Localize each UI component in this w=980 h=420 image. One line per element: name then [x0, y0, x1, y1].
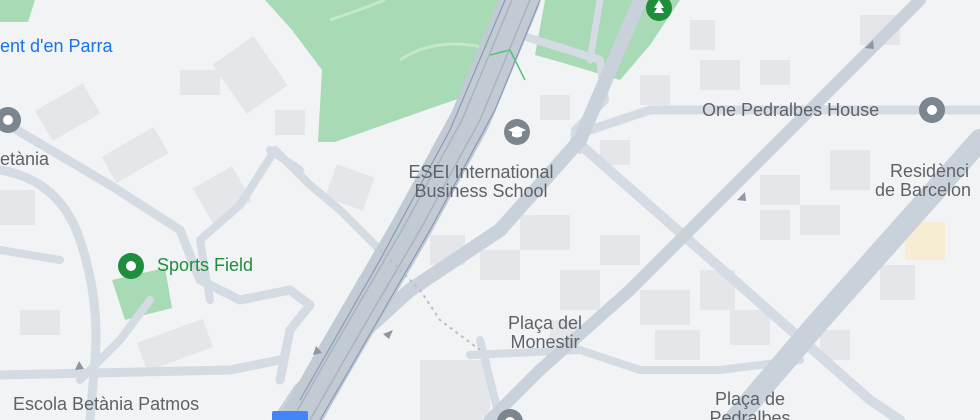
tree-icon[interactable] [645, 0, 673, 22]
map-canvas[interactable]: ent d'en Parra etània Sports Field ESEI … [0, 0, 980, 420]
place-label-one-pedralbes[interactable]: One Pedralbes House [702, 101, 879, 120]
place-label-esei[interactable]: ESEI International Business School [390, 163, 572, 201]
transit-badge [272, 411, 308, 420]
place-label-placa-pedralbes[interactable]: Plaça de Pedralbes [690, 390, 810, 420]
place-label-parra[interactable]: ent d'en Parra [0, 37, 113, 56]
place-label-residencia-line2: de Barcelon [875, 179, 972, 200]
park-area-nw [0, 0, 35, 22]
place-label-sports-field[interactable]: Sports Field [157, 256, 253, 275]
place-label-placa-monestir[interactable]: Plaça del Monestir [490, 314, 600, 352]
location-pin-icon[interactable] [496, 408, 524, 420]
place-label-betania[interactable]: etània [0, 150, 49, 169]
place-label-esei-line2: Business School [414, 180, 548, 201]
location-pin-icon[interactable] [0, 106, 22, 134]
place-label-placa-pedralbes-line2: Pedralbes [709, 407, 791, 420]
place-label-placa-pedralbes-line1: Plaça de [714, 389, 786, 409]
place-label-placa-monestir-line1: Plaça del [507, 313, 583, 333]
place-label-escola[interactable]: Escola Betània Patmos [13, 395, 199, 414]
map-base-layer [0, 0, 980, 420]
location-pin-icon[interactable] [918, 96, 946, 124]
graduation-cap-icon[interactable] [503, 118, 531, 146]
location-pin-icon[interactable] [117, 252, 145, 280]
place-label-esei-line1: ESEI International [408, 162, 554, 182]
place-label-residencia-line1: Residènci [890, 161, 970, 181]
place-label-residencia[interactable]: Residènci de Barcelon [875, 162, 971, 200]
place-label-placa-monestir-line2: Monestir [510, 331, 580, 352]
